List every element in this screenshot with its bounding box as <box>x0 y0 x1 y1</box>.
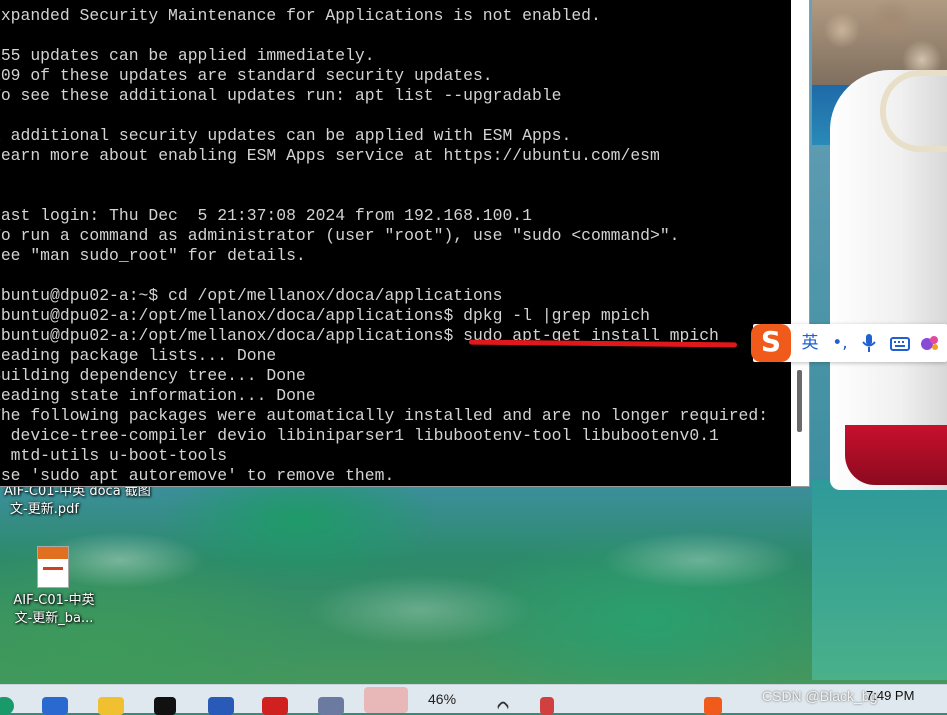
terminal-line: See "man sudo_root" for details. <box>0 246 306 265</box>
desktop-icon-label-line2: 文-更新_ba... <box>14 611 94 626</box>
start-icon[interactable] <box>0 697 14 715</box>
wallpaper-water <box>812 480 947 680</box>
terminal-line: Building dependency tree... Done <box>0 366 306 385</box>
terminal-line: The following packages were automaticall… <box>0 406 769 425</box>
ime-toolbar[interactable]: S 英 •, <box>751 324 947 362</box>
terminal-screen[interactable]: Expanded Security Maintenance for Applic… <box>0 0 791 486</box>
folder-icon[interactable] <box>98 697 124 715</box>
ime-punctuation-toggle[interactable]: •, <box>829 332 851 354</box>
sogou-logo-icon[interactable]: S <box>751 324 791 362</box>
terminal-line: Reading state information... Done <box>0 386 316 405</box>
terminal-line: Learn more about enabling ESM Apps servi… <box>0 146 660 165</box>
pen-icon[interactable] <box>540 697 554 715</box>
desktop-icon-label-line1: AIF-C01-中英 <box>13 593 95 608</box>
csdn-watermark: CSDN @Black_bg <box>762 688 878 704</box>
terminal-line: ubuntu@dpu02-a:/opt/mellanox/doca/applic… <box>0 306 651 325</box>
desktop-icon-label[interactable]: 文-更新_ba... <box>4 610 104 627</box>
microphone-icon[interactable] <box>859 332 879 354</box>
terminal-line: 155 updates can be applied immediately. <box>0 46 375 65</box>
terminal-line: To see these additional updates run: apt… <box>0 86 562 105</box>
ime-language-toggle[interactable]: 英 <box>799 332 821 354</box>
desktop-icon-label-line2: 文-更新.pdf <box>10 502 79 517</box>
keyboard-icon[interactable] <box>889 332 911 354</box>
taskbar: 46% CSDN @Black_bg 7:49 PM <box>0 684 947 715</box>
desktop-icon-label[interactable]: 文-更新.pdf <box>10 501 110 518</box>
clock-time[interactable]: 7:49 PM <box>866 688 914 703</box>
terminal-line: Reading package lists... Done <box>0 346 277 365</box>
terminal-line: mtd-utils u-boot-tools <box>0 446 228 465</box>
terminal-line: Use 'sudo apt autoremove' to remove them… <box>0 466 395 485</box>
terminal-line: 109 of these updates are standard securi… <box>0 66 493 85</box>
terminal-line: 1 additional security updates can be app… <box>0 126 572 145</box>
terminal-output: Expanded Security Maintenance for Applic… <box>0 0 791 486</box>
zoom-percentage: 46% <box>428 691 457 707</box>
word-icon[interactable] <box>208 697 234 715</box>
terminal-line: Expanded Security Maintenance for Applic… <box>0 6 601 25</box>
pdf-icon[interactable] <box>262 697 288 715</box>
terminal-scrollbar-thumb[interactable] <box>797 370 802 432</box>
capcut-icon[interactable] <box>154 697 176 715</box>
desktop-icon-label[interactable]: AIF-C01-中英 <box>4 592 104 609</box>
terminal-line: Last login: Thu Dec 5 21:37:08 2024 from… <box>0 206 532 225</box>
skin-icon[interactable] <box>919 332 941 354</box>
wallpaper-boat-hull <box>845 425 947 485</box>
pdf-file-icon[interactable] <box>37 546 69 588</box>
putty-icon[interactable] <box>318 697 344 715</box>
terminal-line: To run a command as administrator (user … <box>0 226 680 245</box>
terminal-line: ubuntu@dpu02-a:~$ cd /opt/mellanox/doca/… <box>0 286 503 305</box>
terminal-line: device-tree-compiler devio libiniparser1… <box>0 426 719 445</box>
terminal-window[interactable]: Expanded Security Maintenance for Applic… <box>0 0 810 487</box>
wechat-icon[interactable] <box>364 687 408 713</box>
store-icon[interactable] <box>42 697 68 715</box>
sogou-tray-icon[interactable] <box>704 697 722 715</box>
